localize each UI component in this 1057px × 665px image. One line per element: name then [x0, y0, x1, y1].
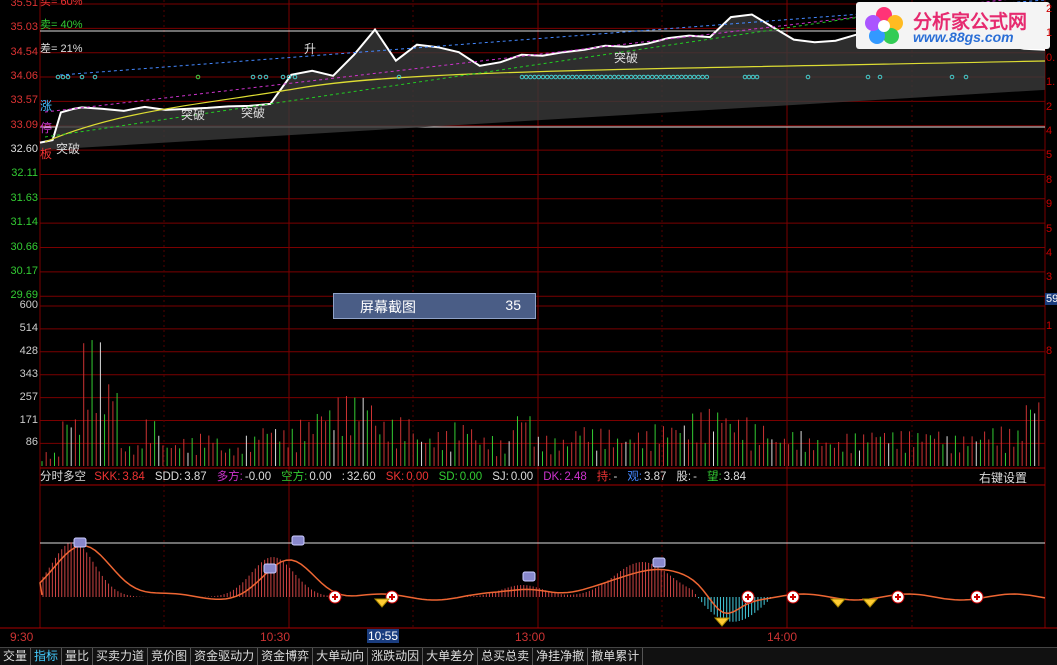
indicator-item: DK: 2.48	[543, 471, 587, 483]
tab-5[interactable]: 资金驱动力	[191, 648, 259, 665]
right-click-settings[interactable]: 右键设置	[979, 469, 1027, 486]
right-axis-label: 3	[1046, 271, 1053, 284]
breakthrough-signal: 突破	[241, 106, 266, 120]
price-tick-label: 30.66	[10, 240, 38, 253]
breakthrough-signal: 突破	[181, 108, 206, 122]
price-tick-label: 34.54	[10, 45, 38, 58]
indicator-name: 分时多空	[40, 471, 86, 483]
right-axis-label: 9	[1046, 198, 1053, 211]
indicator-item: 观: 3.87	[627, 471, 667, 483]
screenshot-popup[interactable]: 屏幕截图 35	[333, 293, 536, 319]
tab-3[interactable]: 买卖力道	[93, 648, 149, 665]
indicator-item: SDD: 3.87	[154, 471, 207, 483]
right-axis-label: 1.	[1046, 76, 1056, 89]
price-tick-label: 33.09	[10, 118, 38, 131]
right-axis-label: 5	[1046, 149, 1053, 162]
indicator-item: 空方: 0.00	[281, 471, 332, 483]
diamond-marker-icon	[829, 598, 847, 608]
indicator-item: SD: 0.00	[438, 471, 483, 483]
tab-8[interactable]: 涨跌动因	[368, 648, 424, 665]
right-axis-label: 8	[1046, 173, 1053, 186]
sell-ratio-label: 卖= 40%	[40, 19, 83, 31]
site-logo: 分析家公式网 www.88gs.com	[856, 2, 1050, 49]
right-axis-label: 4	[1046, 125, 1053, 137]
indicator-item: SJ: 0.00	[492, 471, 534, 483]
volume-tick-label: 514	[19, 321, 38, 334]
indicator-info-bar: 分时多空 SKK: 3.84 SDD: 3.87 多方: -0.00 空方: 0.00 :32.…	[40, 468, 1045, 485]
price-tick-label: 33.57	[10, 94, 38, 107]
volume-tick-label: 86	[25, 436, 38, 449]
diamond-marker-icon	[373, 598, 391, 608]
right-badge: 59	[1045, 293, 1057, 305]
tab-0[interactable]: 交量	[0, 648, 32, 665]
indicator-line	[39, 544, 1046, 615]
price-tick-label: 31.63	[10, 191, 38, 204]
indicator-item: 望: 3.84	[706, 471, 747, 483]
price-tick-label: 35.51	[10, 0, 38, 9]
cup-marker-icon	[73, 537, 87, 548]
indicator-item: 多方: -0.00	[216, 471, 272, 483]
indicator-item: 股: -	[676, 471, 697, 483]
time-label: 13:00	[515, 630, 546, 644]
limit-up-label-zhang: 涨	[40, 99, 53, 113]
price-tick-label: 31.14	[10, 216, 38, 229]
tab-11[interactable]: 净挂净撤	[533, 648, 589, 665]
volume-tick-label: 343	[19, 367, 38, 380]
right-axis-label: 2	[1046, 3, 1053, 15]
indicator-tab-bar: 交量 指标 量比 买卖力道 竞价图 资金驱动力 资金博弈 大单动向 涨跌动因 大单差分 总买总卖 净挂…	[0, 647, 1057, 665]
volume-tick-label: 257	[19, 390, 38, 403]
cup-marker-icon	[652, 557, 666, 568]
diff-ratio-label: 差= 21%	[40, 43, 83, 55]
current-time-marker: 10:55	[367, 629, 399, 643]
rise-signal: 升	[304, 42, 317, 56]
tab-2[interactable]: 量比	[62, 648, 94, 665]
breakthrough-signal: 突破	[56, 142, 81, 156]
popup-title: 屏幕截图	[360, 299, 416, 315]
right-axis-label: 4	[1046, 247, 1053, 259]
price-tick-label: 32.60	[10, 143, 38, 156]
intraday-chart[interactable]	[0, 0, 1057, 664]
volume-tick-label: 428	[19, 344, 38, 357]
cup-marker-icon	[522, 571, 536, 582]
limit-up-label-ting: 停	[40, 121, 53, 135]
diamond-marker-icon	[861, 598, 879, 608]
right-axis-label: 1	[1046, 320, 1053, 333]
price-tick-label: 34.06	[10, 70, 38, 83]
indicator-item: 持: -	[596, 471, 618, 483]
tab-6[interactable]: 资金博弈	[258, 648, 314, 665]
buy-ratio-label: 买= 60%	[40, 0, 83, 8]
cup-marker-icon	[291, 535, 305, 546]
tab-9[interactable]: 大单差分	[423, 648, 479, 665]
flower-logo-icon	[865, 7, 903, 44]
volume-tick-label: 171	[19, 413, 38, 426]
indicator-item: :32.60	[341, 471, 376, 483]
right-axis-label: 8	[1046, 344, 1053, 357]
time-label: 14:00	[767, 630, 798, 644]
right-axis-label: 1	[1046, 27, 1053, 40]
price-tick-label: 30.17	[10, 264, 38, 277]
diamond-marker-icon	[713, 617, 731, 627]
tab-12[interactable]: 撤单累计	[588, 648, 644, 665]
logo-url: www.88gs.com	[913, 29, 1014, 45]
volume-tick-label: 600	[19, 299, 38, 311]
time-label: 10:30	[260, 630, 291, 644]
breakthrough-signal: 突破	[614, 51, 639, 65]
limit-up-label-ban: 板	[40, 147, 53, 161]
indicator-item: SKK: 3.84	[94, 471, 145, 483]
tab-10[interactable]: 总买总卖	[478, 648, 534, 665]
right-axis-label: 5	[1046, 222, 1053, 235]
price-tick-label: 32.11	[11, 167, 38, 180]
indicator-item: SK: 0.00	[385, 471, 429, 483]
right-axis-label: 0.	[1046, 51, 1056, 64]
tab-4[interactable]: 竞价图	[148, 648, 192, 665]
popup-count: 35	[505, 297, 521, 313]
tab-1[interactable]: 指标	[31, 648, 63, 665]
right-axis-label: 2	[1046, 100, 1053, 113]
tab-7[interactable]: 大单动向	[313, 648, 369, 665]
cup-marker-icon	[263, 563, 277, 574]
time-label: 9:30	[10, 630, 34, 644]
price-tick-label: 35.03	[10, 21, 38, 34]
